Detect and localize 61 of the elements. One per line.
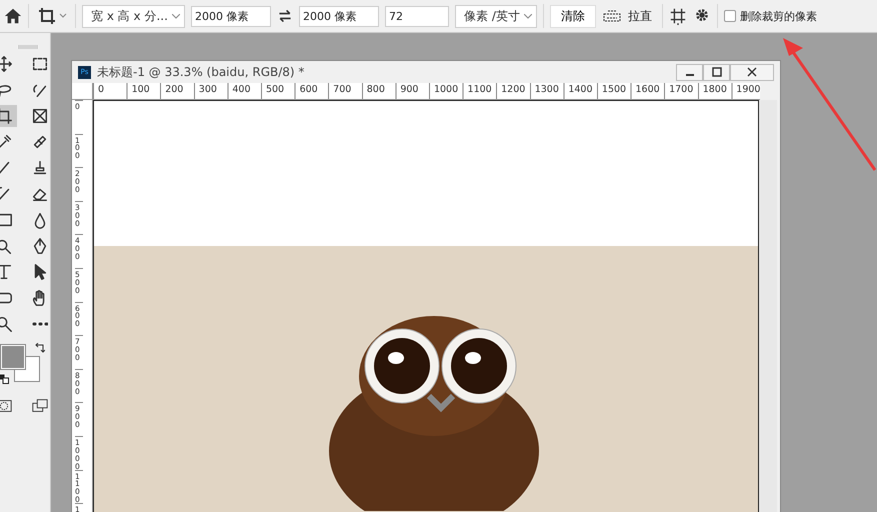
caret-icon xyxy=(524,14,532,18)
ruler-label: 500 xyxy=(264,83,286,97)
ruler-label: 1000 xyxy=(432,83,460,97)
panel-grip-icon[interactable] xyxy=(18,45,38,49)
ruler-label: 1700 xyxy=(668,83,694,97)
delete-cropped-label: 删除裁剪的像素 xyxy=(740,8,817,24)
stamp-icon xyxy=(31,159,49,177)
type-icon xyxy=(0,263,13,281)
height-field[interactable]: 2000 像素 xyxy=(299,6,379,26)
ruler-label: 1600 xyxy=(634,83,661,97)
ruler-label: 1300 xyxy=(534,83,560,97)
close-icon xyxy=(747,67,757,77)
ruler-label: 1500 xyxy=(600,83,628,97)
ruler-label: 900 xyxy=(399,83,420,97)
more-icon xyxy=(32,322,48,326)
pen-icon xyxy=(31,237,49,255)
clear-button[interactable]: 清除 xyxy=(550,4,596,28)
gradient-icon xyxy=(0,211,13,229)
ruler-label: 0 xyxy=(97,83,106,97)
zoom-icon xyxy=(0,315,13,333)
ruler-label: 1800 xyxy=(702,83,728,97)
unit-dropdown[interactable]: 像素 /英寸 xyxy=(455,4,537,28)
home-icon[interactable] xyxy=(4,7,22,25)
swap-colors-icon[interactable] xyxy=(35,343,45,353)
ruler-label: 1400 xyxy=(567,83,594,97)
straighten-label[interactable]: 拉直 xyxy=(628,8,652,24)
maximize-button[interactable] xyxy=(703,64,730,80)
quick-mask-icon[interactable] xyxy=(0,397,13,415)
ruler-label: 200 xyxy=(164,83,184,97)
ruler-label: 400 xyxy=(231,83,252,97)
color-swatches-icon[interactable] xyxy=(0,344,40,382)
ruler-label: 100 xyxy=(130,83,151,97)
minimize-button[interactable] xyxy=(676,64,703,80)
ruler-label: 1100 xyxy=(466,83,493,97)
width-field[interactable]: 2000 像素 xyxy=(191,6,271,26)
close-button[interactable] xyxy=(730,64,774,80)
frame-icon xyxy=(31,107,49,125)
maximize-icon xyxy=(712,67,722,77)
delete-cropped-checkbox[interactable] xyxy=(724,10,736,22)
document-title: 未标题-1 @ 33.3% (baidu, RGB/8) * xyxy=(97,64,304,80)
screen-mode-icon[interactable] xyxy=(31,397,49,415)
ruler-label: 800 xyxy=(366,83,386,97)
ruler-label: 300 xyxy=(198,83,218,97)
marquee-icon xyxy=(31,55,49,73)
ruler-label: 600 xyxy=(298,83,319,97)
move-icon xyxy=(0,55,13,73)
resolution-field[interactable]: 72 xyxy=(385,6,449,26)
ruler-label: 700 xyxy=(332,83,352,97)
dodge-icon xyxy=(0,237,13,255)
ruler-origin[interactable] xyxy=(72,83,93,100)
vertical-scrollbar[interactable] xyxy=(759,100,777,512)
default-colors-icon[interactable] xyxy=(0,374,9,384)
grid-icon[interactable] xyxy=(669,7,687,25)
level-icon[interactable] xyxy=(602,9,622,23)
ratio-dropdown[interactable]: 宽 x 高 x 分... xyxy=(82,4,185,28)
minimize-icon xyxy=(684,74,694,76)
healing-icon xyxy=(31,133,49,151)
ruler-label: 1200 xyxy=(500,83,526,97)
ruler-label: 1900 xyxy=(735,83,762,97)
caret-icon xyxy=(172,14,180,18)
swap-icon[interactable] xyxy=(277,8,293,24)
